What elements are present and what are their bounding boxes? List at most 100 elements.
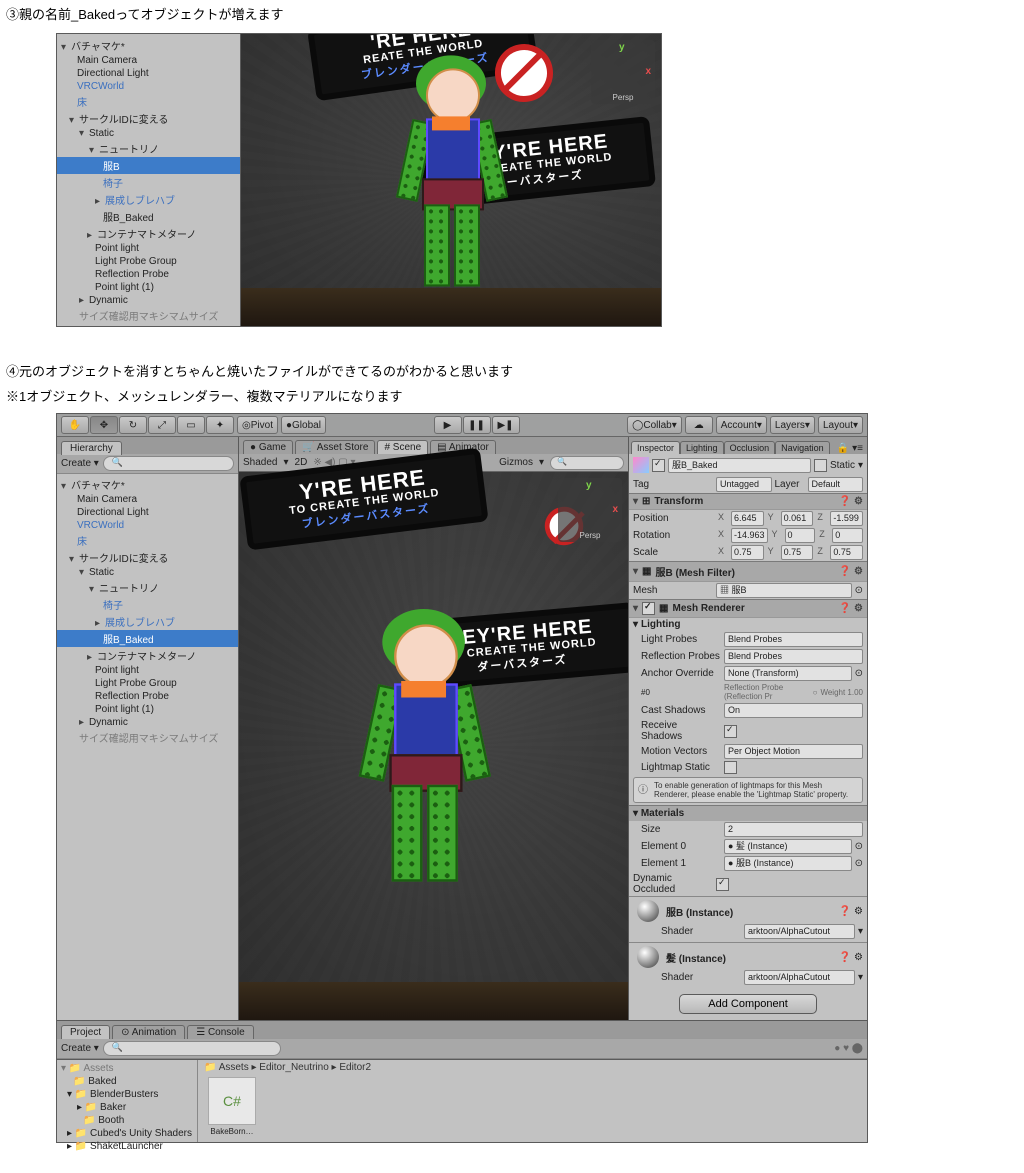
tab-occlusion[interactable]: Occlusion (724, 441, 776, 454)
tree-item[interactable]: Directional Light (57, 506, 238, 519)
tab-project[interactable]: Project (61, 1025, 110, 1039)
name-field[interactable]: 服B_Baked (668, 458, 811, 473)
tree-item[interactable]: VRCWorld (57, 519, 238, 532)
layout-dropdown[interactable]: Layout ▾ (818, 416, 863, 434)
tree-item-baked[interactable]: 服B_Baked (57, 208, 240, 225)
tree-item[interactable]: ▸コンテナマトメターノ (57, 647, 238, 664)
pause-button[interactable]: ❚❚ (463, 416, 491, 434)
pos-z[interactable]: -1.599 (830, 511, 863, 526)
tree-item[interactable]: 椅子 (57, 174, 240, 191)
tree-item[interactable]: Main Camera (57, 493, 238, 506)
hierarchy-tree[interactable]: ▾バチャマケ* Main Camera Directional Light VR… (57, 34, 240, 326)
tree-item[interactable]: ▾サークルIDに変える (57, 110, 240, 127)
rotate-tool[interactable]: ↻ (119, 416, 147, 434)
scale-tool[interactable]: ⤢ (148, 416, 176, 434)
tree-item[interactable]: ▾サークルIDに変える (57, 549, 238, 566)
play-button[interactable]: ▶ (434, 416, 462, 434)
renderer-enabled[interactable] (642, 602, 655, 615)
pos-x[interactable]: 6.645 (731, 511, 764, 526)
tree-item[interactable]: ▾ニュートリノ (57, 579, 238, 596)
tag-dropdown[interactable]: Untagged (716, 477, 772, 492)
rot-z[interactable]: 0 (832, 528, 863, 543)
el1-field[interactable]: ● 服B (Instance) (724, 856, 852, 871)
tree-item[interactable]: 床 (57, 93, 240, 110)
2d-toggle[interactable]: 2D (295, 457, 308, 468)
tree-item[interactable]: ▾Static (57, 566, 238, 579)
tree-item[interactable]: Reflection Probe (57, 690, 238, 703)
tree-item[interactable]: ▸コンテナマトメターノ (57, 225, 240, 242)
castshadows-dropdown[interactable]: On (724, 703, 863, 718)
tree-item[interactable]: ▸Dynamic (57, 294, 240, 307)
folder-tree[interactable]: ▾ 📁 Assets 📁 Baked ▾ 📁 BlenderBusters ▸ … (57, 1060, 198, 1142)
active-checkbox[interactable] (652, 459, 665, 472)
hierarchy-search[interactable]: 🔍 (103, 456, 234, 471)
scene-view[interactable]: 'RE HERE REATE THE WORLD ブレンダーバスターズ HEY'… (241, 34, 661, 326)
play-controls[interactable]: ▶ ❚❚ ▶❚ (434, 416, 520, 434)
rect-tool[interactable]: ▭ (177, 416, 205, 434)
tree-item[interactable]: Point light (57, 242, 240, 255)
hierarchy-tree[interactable]: ▾バチャマケ* Main Camera Directional Light VR… (57, 474, 238, 1020)
account-dropdown[interactable]: Account ▾ (716, 416, 767, 434)
tree-item[interactable]: 床 (57, 532, 238, 549)
anchor-field[interactable]: None (Transform) (724, 666, 852, 681)
tree-item[interactable]: 椅子 (57, 596, 238, 613)
hierarchy-tab[interactable]: Hierarchy (61, 441, 122, 455)
global-toggle[interactable]: ● Global (281, 416, 326, 434)
tree-item-selected[interactable]: 服B_Baked (57, 630, 238, 647)
meshrenderer-header[interactable]: ▾ ▦ Mesh Renderer❓ ⚙ (629, 599, 867, 618)
tree-item[interactable]: Light Probe Group (57, 677, 238, 690)
tree-item[interactable]: Point light (57, 664, 238, 677)
shade-mode[interactable]: Shaded (243, 457, 277, 468)
tree-item[interactable]: ▸展成しブレハブ (57, 613, 238, 630)
tree-item-selected[interactable]: 服B (57, 157, 240, 174)
transform-header[interactable]: ▾⊞ Transform❓ ⚙ (629, 493, 867, 510)
tree-item[interactable]: ▸展成しブレハブ (57, 191, 240, 208)
tab-inspector[interactable]: Inspector (631, 441, 680, 454)
layers-dropdown[interactable]: Layers ▾ (770, 416, 815, 434)
project-create[interactable]: Create ▾ (61, 1043, 99, 1054)
scene-search[interactable]: 🔍 (550, 456, 624, 470)
multi-tool[interactable]: ✦ (206, 416, 234, 434)
pivot-toggle[interactable]: ◎ Pivot (237, 416, 278, 434)
dynamicoccluded-checkbox[interactable] (716, 878, 729, 891)
breadcrumb[interactable]: 📁 Assets ▸ Editor_Neutrino ▸ Editor2 (200, 1062, 865, 1073)
scl-z[interactable]: 0.75 (830, 545, 863, 560)
static-checkbox[interactable] (814, 459, 827, 472)
file-area[interactable]: 📁 Assets ▸ Editor_Neutrino ▸ Editor2 C# … (198, 1060, 867, 1142)
tree-item[interactable]: Directional Light (57, 67, 240, 80)
tree-item[interactable]: ▸Dynamic (57, 716, 238, 729)
el0-field[interactable]: ● 髪 (Instance) (724, 839, 852, 854)
tree-item[interactable]: Point light (1) (57, 703, 238, 716)
tree-item[interactable]: Point light (1) (57, 281, 240, 294)
tree-item[interactable]: Reflection Probe (57, 268, 240, 281)
tree-item[interactable]: サイズ確認用マキシマムサイズ (57, 307, 240, 324)
tab-navigation[interactable]: Navigation (775, 441, 830, 454)
project-filters[interactable]: ● ♥ ⬤ (834, 1043, 863, 1054)
rot-y[interactable]: 0 (785, 528, 816, 543)
transform-tools[interactable]: ✋ ✥ ↻ ⤢ ▭ ✦ (61, 416, 234, 434)
shader-dropdown[interactable]: arktoon/AlphaCutout (744, 970, 855, 985)
collab-dropdown[interactable]: ◯ Collab ▾ (627, 416, 682, 434)
tab-animation[interactable]: ⊙ Animation (112, 1025, 185, 1039)
move-tool[interactable]: ✥ (90, 416, 118, 434)
scene-view[interactable]: Y'RE HERE TO CREATE THE WORLD ブレンダーバスターズ… (239, 472, 628, 1020)
create-dropdown[interactable]: Create ▾ (61, 458, 99, 469)
character[interactable] (386, 60, 516, 290)
mat-size-field[interactable]: 2 (724, 822, 863, 837)
cloud-button[interactable]: ☁ (685, 416, 713, 434)
layer-dropdown[interactable]: Default (808, 477, 864, 492)
scene-root[interactable]: ▾バチャマケ* (57, 37, 240, 54)
motionvectors-dropdown[interactable]: Per Object Motion (724, 744, 863, 759)
lock-icon[interactable]: 🔒 ▾≡ (833, 443, 867, 454)
lightmapstatic-checkbox[interactable] (724, 761, 737, 774)
character[interactable] (346, 615, 499, 886)
lightprobes-dropdown[interactable]: Blend Probes (724, 632, 863, 647)
project-search[interactable]: 🔍 (103, 1041, 281, 1056)
rot-x[interactable]: -14.963 (731, 528, 768, 543)
gizmos-dropdown[interactable]: Gizmos (499, 457, 533, 468)
scene-root[interactable]: ▾バチャマケ* (57, 476, 238, 493)
pos-y[interactable]: 0.061 (781, 511, 814, 526)
tab-game[interactable]: ● Game (243, 440, 293, 454)
meshfilter-header[interactable]: ▾▦ 服B (Mesh Filter)❓ ⚙ (629, 561, 867, 582)
scl-y[interactable]: 0.75 (781, 545, 814, 560)
